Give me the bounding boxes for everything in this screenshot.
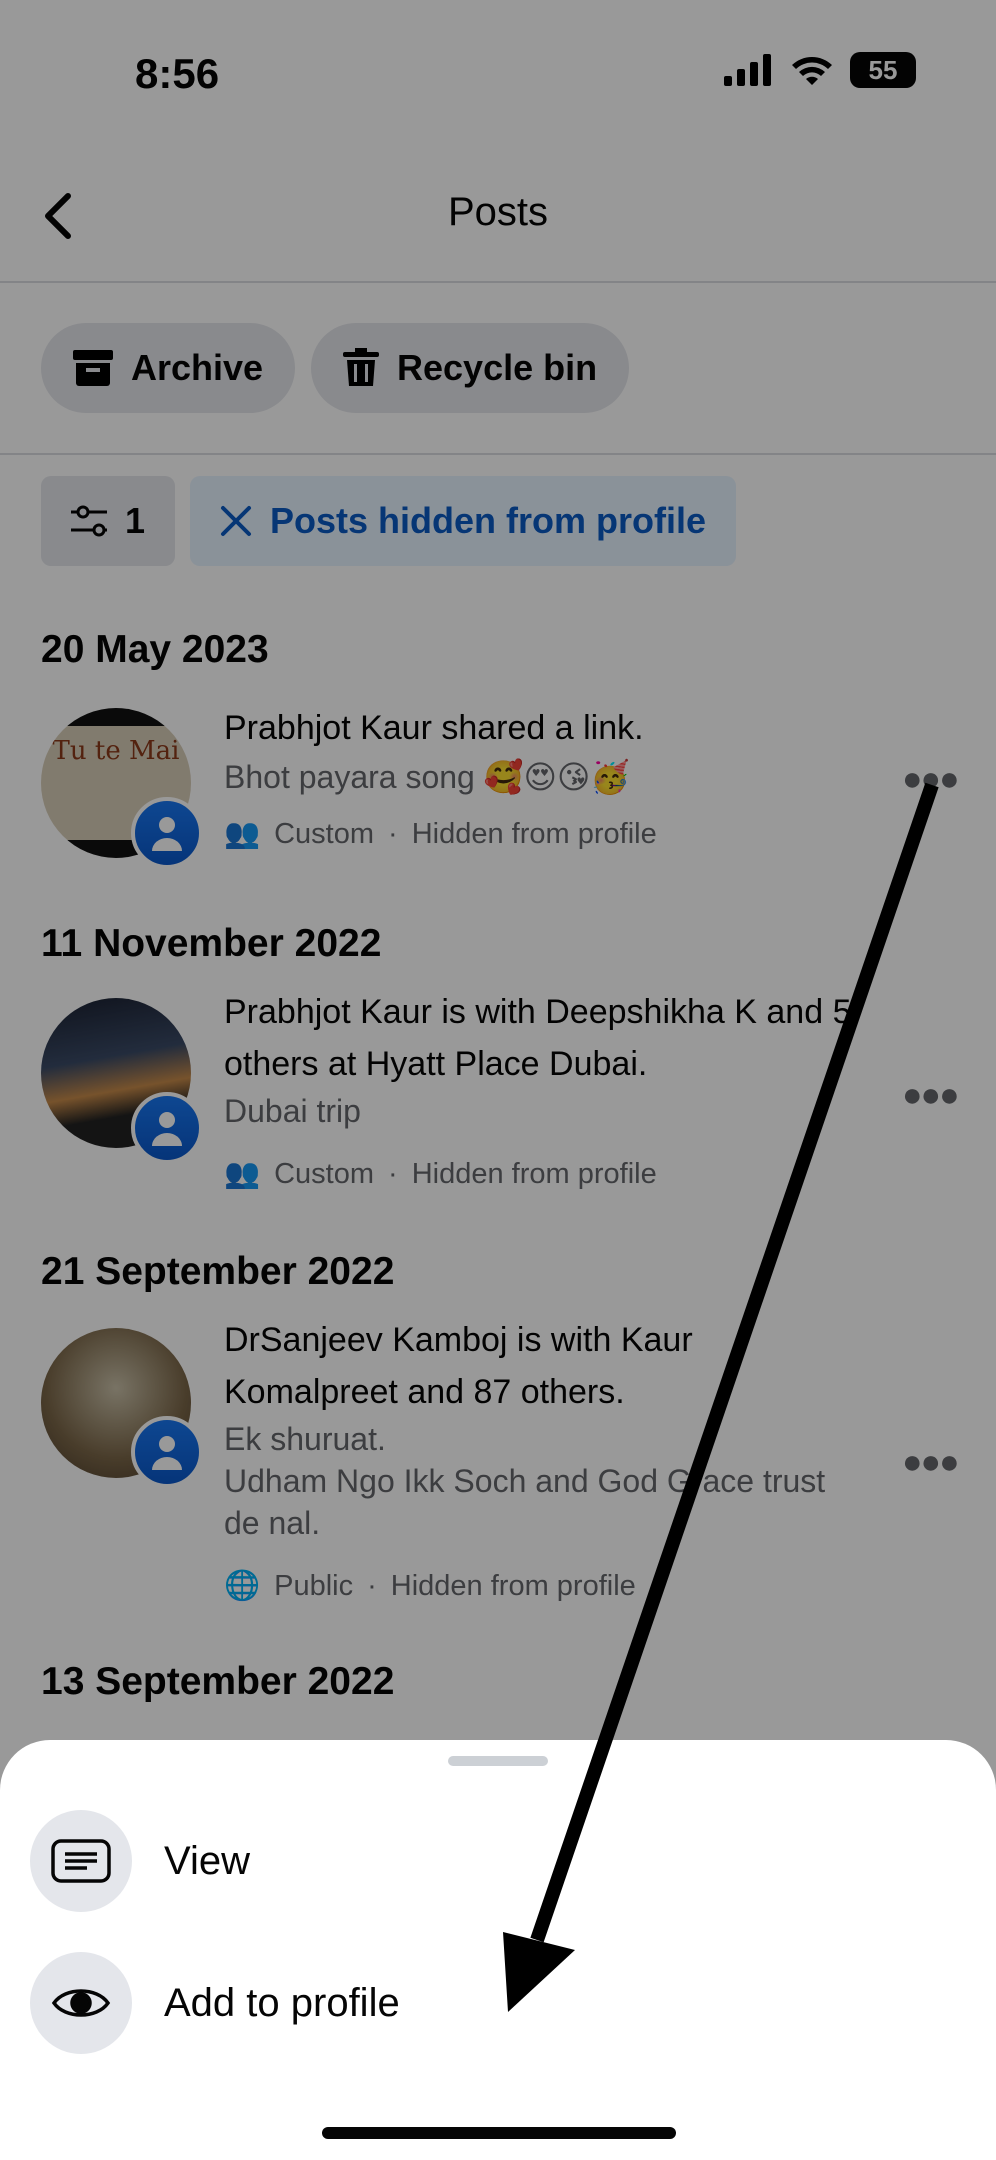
annotation-arrow-icon — [503, 782, 939, 2012]
